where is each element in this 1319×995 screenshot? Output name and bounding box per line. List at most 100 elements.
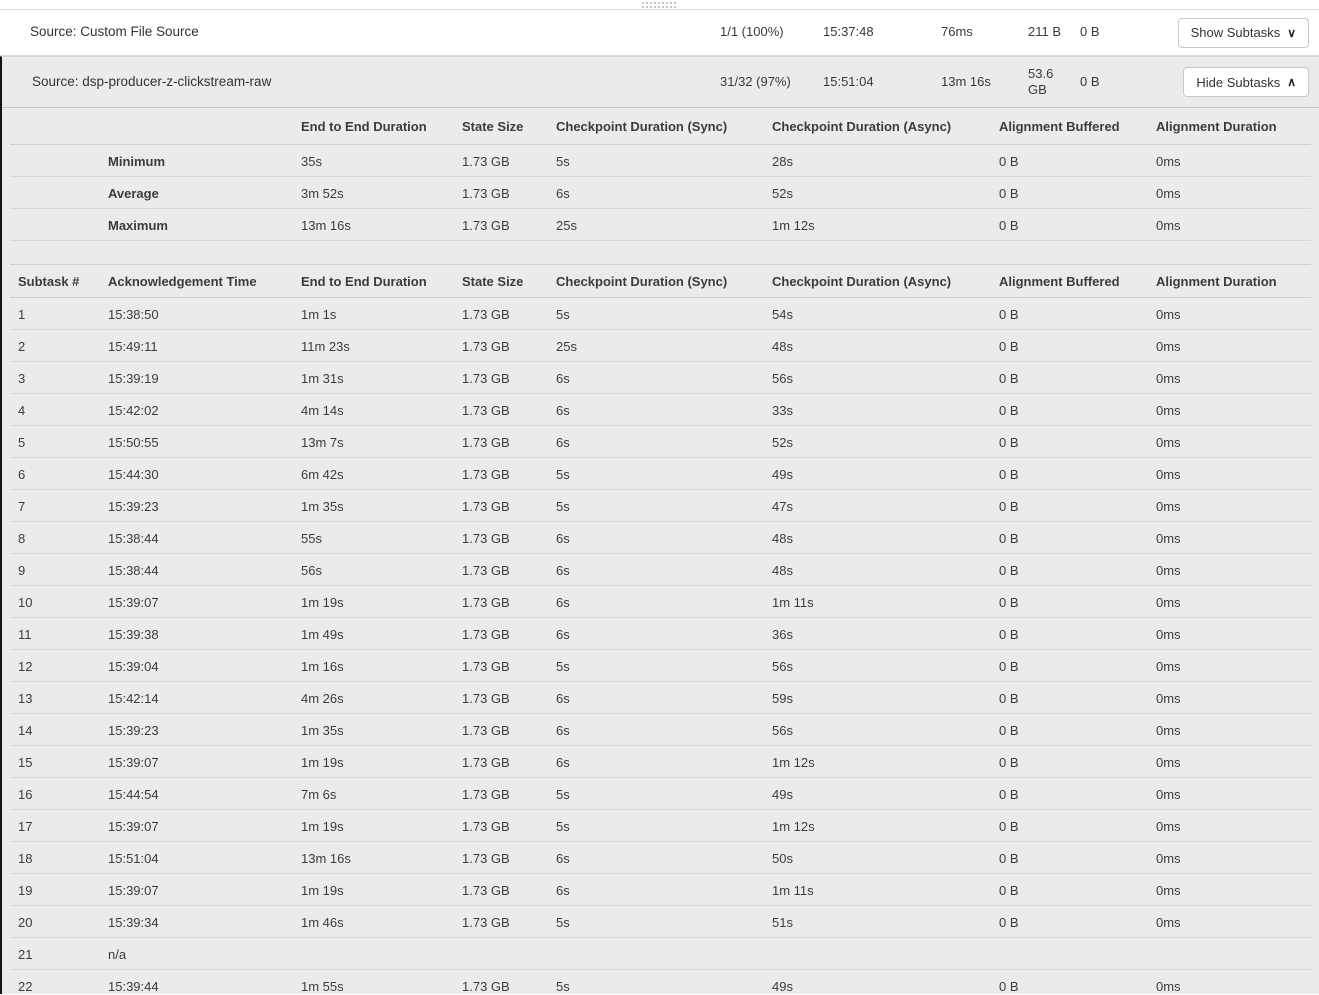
state-size-cell: 1.73 GB — [462, 186, 556, 201]
e2e-duration-cell: 7m 6s — [301, 787, 462, 802]
e2e-duration-cell: 1m 55s — [301, 979, 462, 994]
alignment-duration-cell: 0ms — [1156, 691, 1319, 706]
e2e-duration-cell: 4m 26s — [301, 691, 462, 706]
ack-time-cell: 15:44:30 — [108, 467, 301, 482]
summary-table-body: Minimum35s1.73 GB5s28s0 B0msAverage3m 52… — [2, 145, 1319, 241]
ack-time-cell: 15:38:50 — [108, 307, 301, 322]
chevron-down-icon: ∨ — [1287, 26, 1296, 40]
ack-time-cell: Minimum — [108, 154, 301, 169]
sync-duration-cell: 6s — [556, 755, 772, 770]
alignment-buffered-cell: 0 B — [999, 499, 1156, 514]
subtask-number-cell: 1 — [18, 307, 108, 322]
state-size-cell: 1.73 GB — [462, 915, 556, 930]
subtask-row: 1415:39:231m 35s1.73 GB6s56s0 B0ms — [2, 714, 1319, 746]
ack-time-cell: 15:39:44 — [108, 979, 301, 994]
state-size-cell: 1.73 GB — [462, 627, 556, 642]
subtask-row: 715:39:231m 35s1.73 GB5s47s0 B0ms — [2, 490, 1319, 522]
alignment-buffered-cell: 0 B — [999, 435, 1156, 450]
sync-duration-cell: 6s — [556, 595, 772, 610]
subtask-number-cell: 13 — [18, 691, 108, 706]
sync-duration-cell: 6s — [556, 531, 772, 546]
subtask-row: 315:39:191m 31s1.73 GB6s56s0 B0ms — [2, 362, 1319, 394]
subtask-table: Subtask # Acknowledgement Time End to En… — [2, 265, 1319, 995]
state-size-cell: 1.73 GB — [462, 595, 556, 610]
alignment-buffered-cell: 0 B — [999, 531, 1156, 546]
subtask-row: 515:50:5513m 7s1.73 GB6s52s0 B0ms — [2, 426, 1319, 458]
async-duration-cell: 56s — [772, 371, 999, 386]
sync-duration-cell: 6s — [556, 186, 772, 201]
subtask-number-cell: 5 — [18, 435, 108, 450]
async-duration-cell: 54s — [772, 307, 999, 322]
drag-handle-icon[interactable] — [642, 2, 678, 8]
alignment-buffered-cell: 0 B — [999, 627, 1156, 642]
buffered-stat: 0 B — [1066, 24, 1170, 40]
async-duration-cell: 59s — [772, 691, 999, 706]
async-duration-cell: 49s — [772, 979, 999, 994]
sync-duration-cell: 6s — [556, 723, 772, 738]
sync-duration-cell: 6s — [556, 371, 772, 386]
subtask-number-cell: 3 — [18, 371, 108, 386]
state-size-cell: 1.73 GB — [462, 691, 556, 706]
alignment-duration-cell: 0ms — [1156, 339, 1319, 354]
alignment-buffered-cell: 0 B — [999, 755, 1156, 770]
alignment-duration-cell: 0ms — [1156, 186, 1319, 201]
alignment-duration-cell: 0ms — [1156, 435, 1319, 450]
e2e-duration-cell: 1m 35s — [301, 723, 462, 738]
subtask-row: 915:38:4456s1.73 GB6s48s0 B0ms — [2, 554, 1319, 586]
e2e-duration-cell: 13m 16s — [301, 851, 462, 866]
ack-time-cell: 15:39:38 — [108, 627, 301, 642]
ack-time-cell: 15:49:11 — [108, 339, 301, 354]
ack-time-cell: 15:39:23 — [108, 723, 301, 738]
e2e-duration-cell: 1m 1s — [301, 307, 462, 322]
sync-duration-cell: 5s — [556, 307, 772, 322]
alignment-buffered-cell: 0 B — [999, 186, 1156, 201]
ack-time-cell: Average — [108, 186, 301, 201]
subtask-number-cell: 7 — [18, 499, 108, 514]
e2e-duration-cell: 1m 46s — [301, 915, 462, 930]
e2e-duration-cell: 1m 16s — [301, 659, 462, 674]
alignment-duration-cell: 0ms — [1156, 787, 1319, 802]
state-size-cell: 1.73 GB — [462, 531, 556, 546]
ack-time-cell: 15:51:04 — [108, 851, 301, 866]
subtask-row: 1215:39:041m 16s1.73 GB5s56s0 B0ms — [2, 650, 1319, 682]
subtask-number-cell: 9 — [18, 563, 108, 578]
alignment-duration-cell: 0ms — [1156, 563, 1319, 578]
alignment-buffered-cell: 0 B — [999, 595, 1156, 610]
subtask-row: 1715:39:071m 19s1.73 GB5s1m 12s0 B0ms — [2, 810, 1319, 842]
subtask-row: 21n/a — [2, 938, 1319, 970]
e2e-duration-cell: 56s — [301, 563, 462, 578]
subtask-header-row: Subtask # Acknowledgement Time End to En… — [2, 265, 1319, 298]
alignment-duration-cell: 0ms — [1156, 307, 1319, 322]
subtask-number-cell: 21 — [18, 947, 108, 962]
e2e-duration-cell: 13m 7s — [301, 435, 462, 450]
header-alignment-buffered: Alignment Buffered — [999, 274, 1156, 289]
e2e-duration-cell: 35s — [301, 154, 462, 169]
async-duration-cell: 51s — [772, 915, 999, 930]
alignment-buffered-cell: 0 B — [999, 851, 1156, 866]
header-state-size: State Size — [462, 274, 556, 289]
subtask-row: 415:42:024m 14s1.73 GB6s33s0 B0ms — [2, 394, 1319, 426]
alignment-duration-cell: 0ms — [1156, 467, 1319, 482]
header-state-size: State Size — [462, 119, 556, 134]
ack-time-cell: n/a — [108, 947, 301, 962]
show-subtasks-button[interactable]: Show Subtasks ∨ — [1178, 18, 1309, 48]
ack-time-cell: 15:42:14 — [108, 691, 301, 706]
hide-subtasks-button[interactable]: Hide Subtasks ∧ — [1183, 67, 1309, 97]
ack-time-cell: 15:39:07 — [108, 819, 301, 834]
subtask-row: 815:38:4455s1.73 GB6s48s0 B0ms — [2, 522, 1319, 554]
header-checkpoint-duration-sync: Checkpoint Duration (Sync) — [556, 274, 772, 289]
header-checkpoint-duration-sync: Checkpoint Duration (Sync) — [556, 119, 772, 134]
async-duration-cell: 33s — [772, 403, 999, 418]
alignment-buffered-cell: 0 B — [999, 467, 1156, 482]
sync-duration-cell: 5s — [556, 787, 772, 802]
subtask-number-cell: 16 — [18, 787, 108, 802]
subtask-number-cell: 8 — [18, 531, 108, 546]
header-alignment-duration: Alignment Duration — [1156, 119, 1319, 134]
async-duration-cell: 52s — [772, 186, 999, 201]
alignment-duration-cell: 0ms — [1156, 627, 1319, 642]
alignment-buffered-cell: 0 B — [999, 979, 1156, 994]
ack-time-cell: 15:39:07 — [108, 755, 301, 770]
subtask-number-cell: 22 — [18, 979, 108, 994]
ack-time-cell: 15:38:44 — [108, 531, 301, 546]
alignment-buffered-cell: 0 B — [999, 371, 1156, 386]
